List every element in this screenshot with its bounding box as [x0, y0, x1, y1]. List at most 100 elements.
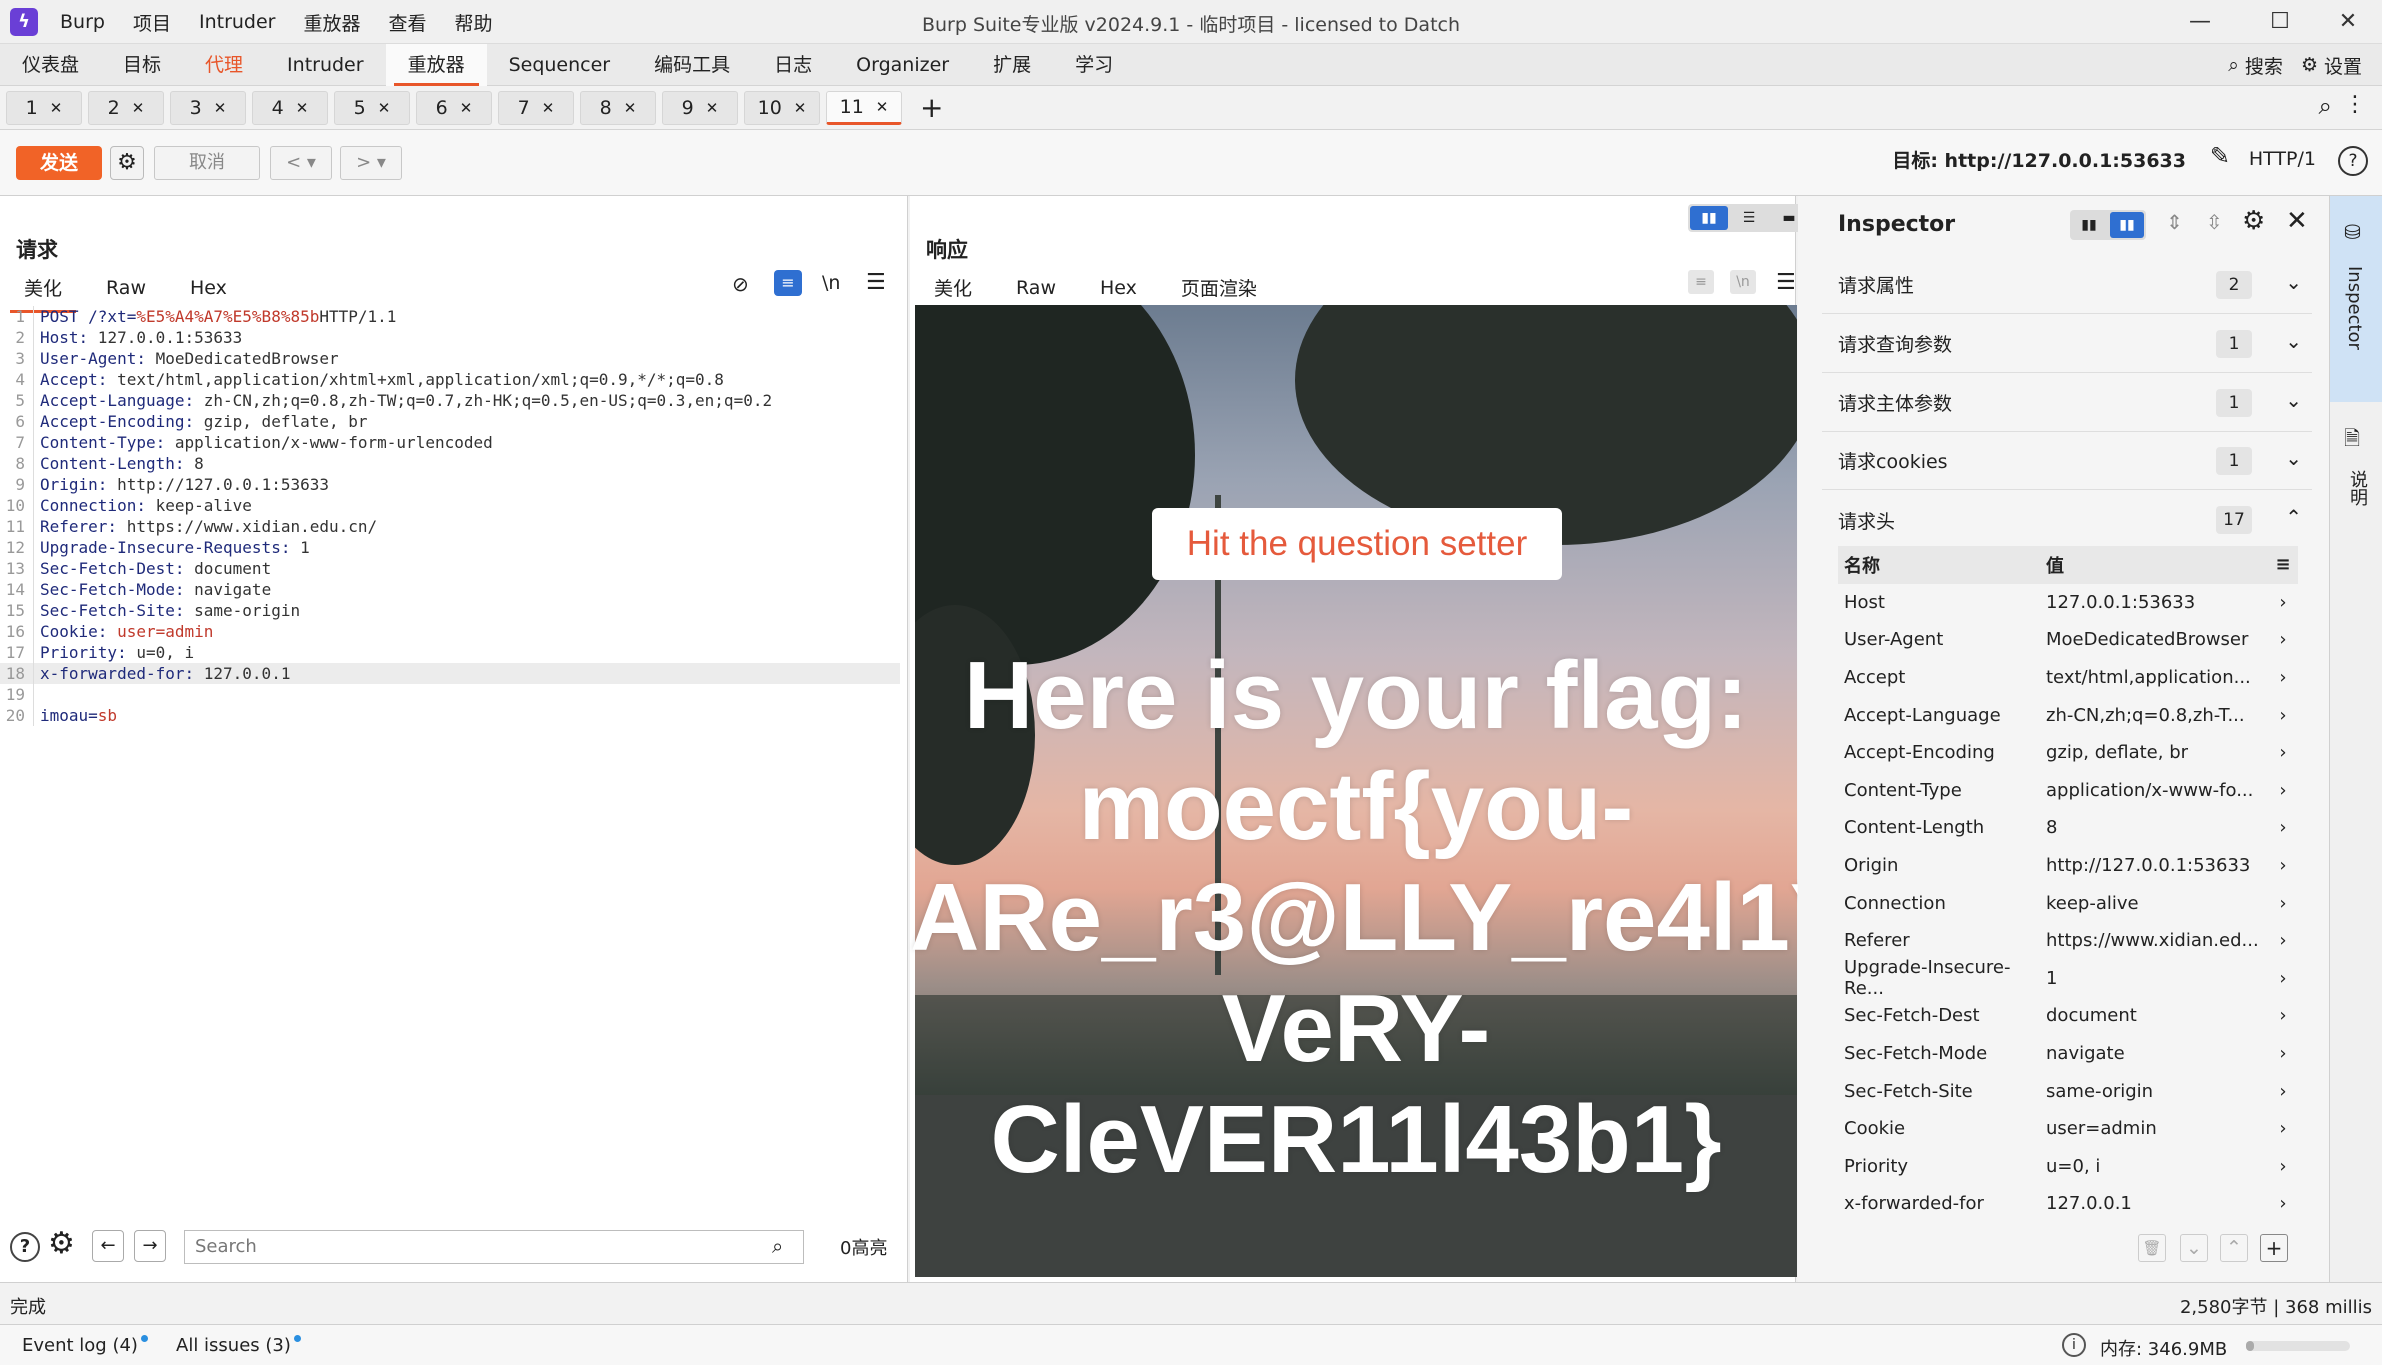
tab-dashboard[interactable]: 仪表盘	[0, 44, 101, 86]
repeater-tab-active[interactable]: 11 ✕	[826, 90, 902, 125]
chevron-right-icon[interactable]: ›	[2268, 629, 2298, 650]
header-row[interactable]: Sec-Fetch-Site same-origin ›	[1838, 1072, 2298, 1110]
code-line[interactable]: 9 Origin: http://127.0.0.1:53633	[0, 474, 900, 495]
close-icon[interactable]: ✕	[50, 99, 63, 117]
move-down-icon[interactable]: ⌄	[2180, 1234, 2208, 1262]
settings-label[interactable]: 设置	[2324, 52, 2362, 79]
section-query-params[interactable]: 请求查询参数 1 ⌄	[1822, 315, 2312, 373]
code-line[interactable]: 19	[0, 684, 900, 705]
tab-hex[interactable]: Hex	[1100, 277, 1137, 305]
header-row[interactable]: Upgrade-Insecure-Re... 1 ›	[1838, 957, 2298, 999]
wrap-lines-icon[interactable]: ≡	[1688, 270, 1714, 294]
menu-help[interactable]: 帮助	[455, 9, 493, 36]
help-icon[interactable]: ?	[2338, 146, 2368, 176]
gear-icon[interactable]: ⚙	[48, 1226, 75, 1261]
header-row[interactable]: Host 127.0.0.1:53633 ›	[1838, 584, 2298, 622]
repeater-tab[interactable]: 3 ✕	[170, 90, 246, 125]
menu-intruder[interactable]: Intruder	[199, 11, 276, 33]
all-issues-link[interactable]: All issues (3)	[176, 1335, 301, 1356]
tab-pretty[interactable]: 美化	[934, 274, 972, 307]
back-arrow-icon[interactable]: < ▾	[270, 146, 332, 180]
header-row[interactable]: Accept text/html,application... ›	[1838, 659, 2298, 697]
chevron-right-icon[interactable]: ›	[2268, 817, 2298, 838]
chevron-right-icon[interactable]: ›	[2268, 1118, 2298, 1139]
section-headers[interactable]: 请求头 17 ⌃	[1822, 491, 2312, 549]
tab-target[interactable]: 目标	[101, 44, 183, 86]
search-input[interactable]: Search	[184, 1230, 804, 1264]
newline-toggle-icon[interactable]: \n	[1730, 270, 1756, 294]
code-line[interactable]: 2 Host: 127.0.0.1:53633	[0, 327, 900, 348]
add-tab-icon[interactable]: +	[920, 91, 943, 124]
menu-view[interactable]: 查看	[389, 9, 427, 36]
header-row[interactable]: Accept-Language zh-CN,zh;q=0.8,zh-T... ›	[1838, 696, 2298, 734]
chevron-right-icon[interactable]: ›	[2268, 893, 2298, 914]
header-row[interactable]: x-forwarded-for 127.0.0.1 ›	[1838, 1185, 2298, 1223]
repeater-tab[interactable]: 2 ✕	[88, 90, 164, 125]
close-icon[interactable]: ✕	[378, 99, 391, 117]
close-window-icon[interactable]: ✕	[2320, 0, 2376, 44]
hit-question-setter-button[interactable]: Hit the question setter	[1152, 508, 1562, 580]
tab-raw[interactable]: Raw	[106, 277, 146, 305]
tab-logger[interactable]: 日志	[752, 44, 834, 86]
chevron-right-icon[interactable]: ›	[2268, 705, 2298, 726]
tab-raw[interactable]: Raw	[1016, 277, 1056, 305]
expand-all-icon[interactable]: ⇕	[2166, 210, 2183, 234]
code-line[interactable]: 20 imoau= sb	[0, 705, 900, 726]
event-log-link[interactable]: Event log (4)	[22, 1335, 148, 1356]
next-match-icon[interactable]: →	[134, 1230, 166, 1262]
minimize-icon[interactable]: —	[2172, 0, 2228, 44]
header-row[interactable]: Referer https://www.xidian.ed... ›	[1838, 922, 2298, 960]
tab-decoder[interactable]: 编码工具	[632, 44, 752, 86]
close-icon[interactable]: ✕	[876, 98, 889, 116]
notes-icon[interactable]: 🗎	[2344, 424, 2360, 458]
code-line[interactable]: 4 Accept: text/html,application/xhtml+xml…	[0, 369, 900, 390]
previous-match-icon[interactable]: ←	[92, 1230, 124, 1262]
menu-project[interactable]: 项目	[133, 9, 171, 36]
tab-intruder[interactable]: Intruder	[265, 44, 386, 86]
cancel-button[interactable]: 取消	[154, 146, 260, 180]
layout-right-icon[interactable]: ▮▮	[2110, 212, 2144, 238]
tab-render[interactable]: 页面渲染	[1166, 274, 1271, 313]
repeater-tab[interactable]: 5 ✕	[334, 90, 410, 125]
gear-icon[interactable]: ⚙	[110, 146, 144, 180]
forward-arrow-icon[interactable]: > ▾	[340, 146, 402, 180]
chevron-right-icon[interactable]: ›	[2268, 930, 2298, 951]
layout-side-by-side-icon[interactable]: ▮▮	[1690, 206, 1728, 230]
close-icon[interactable]: ✕	[132, 99, 145, 117]
header-row[interactable]: User-Agent MoeDedicatedBrowser ›	[1838, 621, 2298, 659]
move-up-icon[interactable]: ⌃	[2220, 1234, 2248, 1262]
tab-learn[interactable]: 学习	[1053, 44, 1135, 86]
code-line[interactable]: 18 x-forwarded-for: 127.0.0.1	[0, 663, 900, 684]
layout-stacked-icon[interactable]: ☰	[1730, 206, 1768, 230]
gear-icon[interactable]: ⚙	[2242, 206, 2265, 236]
code-line[interactable]: 16 Cookie: user=admin	[0, 621, 900, 642]
code-line[interactable]: 11 Referer: https://www.xidian.edu.cn/	[0, 516, 900, 537]
code-line[interactable]: 8 Content-Length: 8	[0, 453, 900, 474]
search-icon[interactable]: ⌕	[2228, 54, 2239, 76]
chevron-right-icon[interactable]: ›	[2268, 1081, 2298, 1102]
code-line[interactable]: 6 Accept-Encoding: gzip, deflate, br	[0, 411, 900, 432]
header-row[interactable]: Sec-Fetch-Dest document ›	[1838, 997, 2298, 1035]
maximize-icon[interactable]: ☐	[2252, 0, 2308, 44]
section-cookies[interactable]: 请求cookies 1 ⌄	[1822, 432, 2312, 490]
http-version[interactable]: HTTP/1	[2249, 148, 2316, 170]
send-button[interactable]: 发送	[16, 146, 102, 180]
chevron-right-icon[interactable]: ›	[2268, 968, 2298, 989]
tab-organizer[interactable]: Organizer	[834, 44, 971, 86]
repeater-tab[interactable]: 7 ✕	[498, 90, 574, 125]
info-icon[interactable]: i	[2062, 1333, 2086, 1357]
menu-icon[interactable]: ☰	[1776, 270, 1796, 295]
repeater-tab[interactable]: 4 ✕	[252, 90, 328, 125]
repeater-tab[interactable]: 1 ✕	[6, 90, 82, 125]
code-line[interactable]: 3 User-Agent: MoeDedicatedBrowser	[0, 348, 900, 369]
close-icon[interactable]: ✕	[296, 99, 309, 117]
section-body-params[interactable]: 请求主体参数 1 ⌄	[1822, 374, 2312, 432]
tab-pretty[interactable]: 美化	[9, 274, 77, 313]
tab-extensions[interactable]: 扩展	[971, 44, 1053, 86]
more-vertical-icon[interactable]: ⋮	[2344, 92, 2366, 117]
hide-eye-icon[interactable]: ⊘	[732, 272, 749, 296]
chevron-right-icon[interactable]: ›	[2268, 667, 2298, 688]
code-line[interactable]: 15 Sec-Fetch-Site: same-origin	[0, 600, 900, 621]
section-request-attributes[interactable]: 请求属性 2 ⌄	[1822, 256, 2312, 314]
menu-burp[interactable]: Burp	[60, 11, 105, 33]
